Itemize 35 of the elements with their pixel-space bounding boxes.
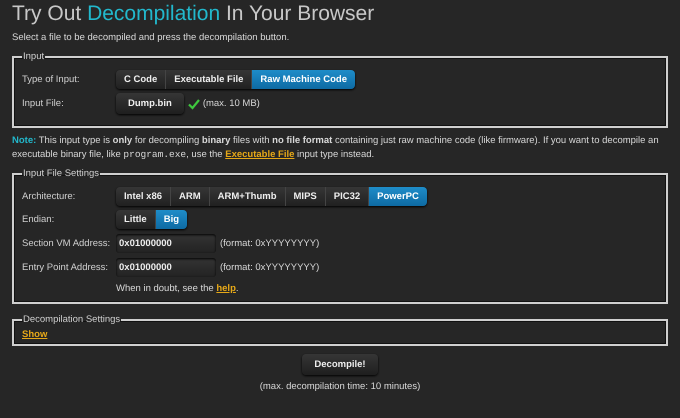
show-link[interactable]: Show [22,329,48,340]
segment-tab[interactable]: ARM [171,187,210,206]
help-text: When in doubt, see the help. [116,283,240,294]
address-field[interactable]: 0x01000000 [116,258,216,277]
panel-legend: Decompilation Settings [22,314,122,325]
format-hint: (format: 0xYYYYYYYY) [220,262,320,273]
executable-file-link[interactable]: Executable File [225,149,294,160]
panel-legend: Input File Settings [22,168,100,179]
page-title: Try Out Decompilation In Your Browser [12,1,374,26]
segment-tab[interactable]: Raw Machine Code [252,70,355,89]
segment-tab[interactable]: PowerPC [369,187,427,206]
field-label: Entry Point Address: [22,262,110,273]
segment-tab[interactable]: PIC32 [326,187,370,206]
field-label: Type of Input: [22,74,81,85]
segment-tab[interactable]: ARM+Thumb [210,187,286,206]
segment-tab[interactable]: Big [156,210,188,229]
file-button[interactable]: Dump.bin [116,93,184,114]
help-link[interactable]: help [216,283,236,294]
field-label: Section VM Address: [22,238,112,249]
panel-legend: Input [22,51,46,62]
size-note: (max. 10 MB) [202,98,260,109]
segment-tab[interactable]: MIPS [286,187,326,206]
field-label: Architecture: [22,191,76,202]
segment-tab[interactable]: Intel x86 [116,187,172,206]
segment-tab[interactable]: C Code [116,70,166,89]
time-note: (max. decompilation time: 10 minutes) [260,381,420,392]
format-hint: (format: 0xYYYYYYYY) [220,238,320,249]
field-label: Input File: [22,98,65,109]
note-text: Note: This input type is only for decompiling binary files with no file format containing just raw machine code (like firmware). If you want to decompile an executable binary file, like program.exe, use the Executable File input type instead. [12,134,660,162]
address-field[interactable]: 0x01000000 [116,234,216,253]
field-label: Endian: [22,214,56,225]
intro-text: Select a file to be decompiled and press the decompilation button. [12,32,290,43]
decompile-button[interactable]: Decompile! [302,354,378,375]
segment-tab[interactable]: Executable File [166,70,252,89]
segment-tab[interactable]: Little [116,210,156,229]
